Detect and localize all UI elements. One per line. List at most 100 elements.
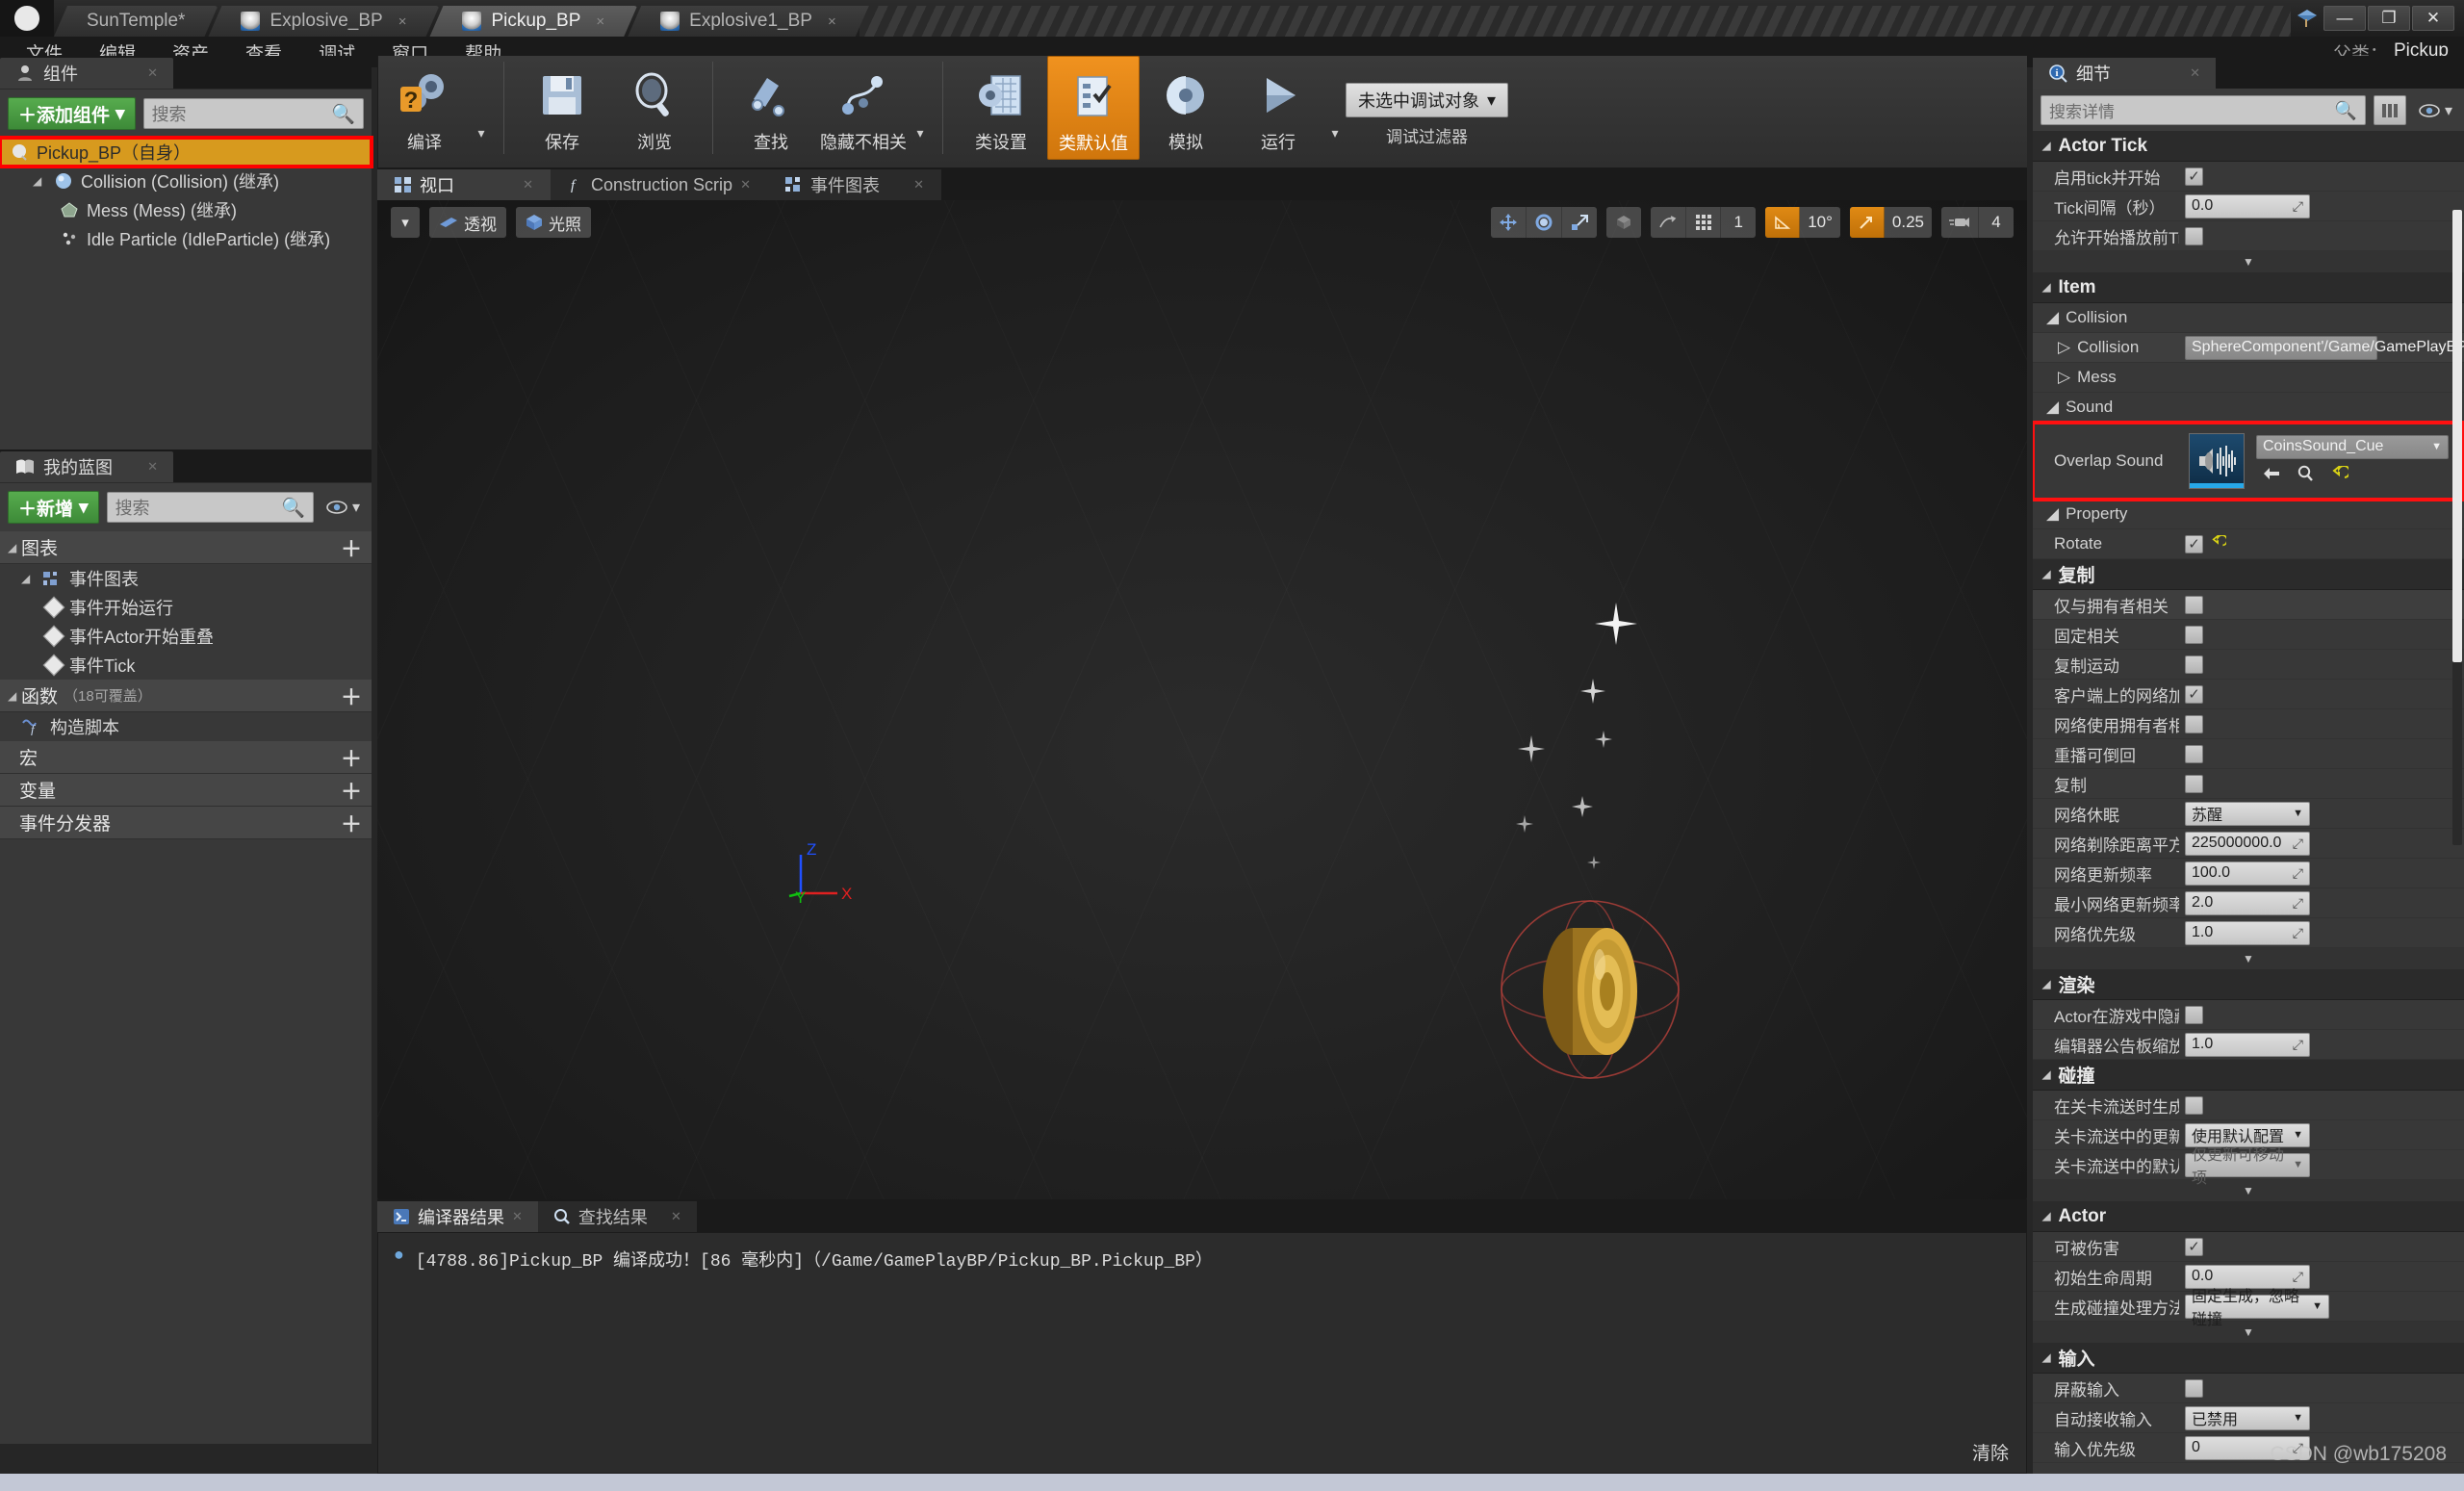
simulate-button[interactable]: 模拟	[1140, 56, 1232, 160]
expander-icon[interactable]: ▷	[2058, 368, 2070, 387]
component-item-collision[interactable]: ◢ Collision (Collision) (继承)	[0, 167, 372, 195]
input-net-priority[interactable]: 1.0 ⤢	[2185, 920, 2310, 945]
class-settings-button[interactable]: 类设置	[955, 56, 1047, 160]
close-icon[interactable]: ✕	[147, 459, 158, 475]
move-gizmo-icon[interactable]	[1491, 207, 1527, 238]
property-group-property[interactable]: ◢ Property	[2033, 500, 2464, 529]
graph-item-event-graph[interactable]: ◢ 事件图表	[0, 564, 372, 593]
checkbox[interactable]: ✓	[2185, 774, 2203, 793]
property-row-replay-rewindable[interactable]: 重播可倒回 ✓	[2033, 739, 2464, 769]
advanced-expander-collision[interactable]: ▼	[2033, 1180, 2464, 1201]
visibility-options-button[interactable]: ▾	[321, 498, 364, 517]
tab-my-blueprint[interactable]: 我的蓝图 ✕	[0, 451, 173, 482]
tab-construction-script[interactable]: f Construction Scrip ✕	[551, 169, 768, 200]
checkbox[interactable]: ✓	[2185, 655, 2203, 674]
close-icon[interactable]: ×	[398, 13, 407, 30]
compiler-results-body[interactable]: ● [4788.86]Pickup_BP 编译成功！[86 毫秒内]（/Game…	[377, 1232, 2027, 1474]
revert-icon[interactable]	[2331, 464, 2351, 486]
revert-icon[interactable]	[2211, 533, 2228, 553]
property-row-generate-overlap-during-level-streaming[interactable]: 在关卡流送时生成重叠 ✓	[2033, 1091, 2464, 1120]
category-rendering[interactable]: ◢ 渲染	[2033, 969, 2464, 1000]
dropdown-spawn-collision-handling-method[interactable]: 固定生成，忽略碰撞 ▼	[2185, 1289, 2329, 1328]
property-row-spawn-collision-handling-method[interactable]: 生成碰撞处理方法 固定生成，忽略碰撞 ▼	[2033, 1289, 2464, 1328]
scale-gizmo-icon[interactable]	[1562, 207, 1597, 238]
section-variables[interactable]: 变量 ＋	[0, 774, 372, 807]
tab-compiler-results[interactable]: 编译器结果 ✕	[377, 1201, 538, 1232]
input-net-update-frequency[interactable]: 100.0 ⤢	[2185, 861, 2310, 886]
minimize-icon[interactable]: —	[2323, 6, 2366, 31]
expander-icon[interactable]: ◢	[2042, 140, 2050, 152]
checkbox[interactable]: ✓	[2185, 714, 2203, 733]
expander-icon[interactable]: ◢	[8, 689, 21, 703]
expander-icon[interactable]: ◢	[2042, 1351, 2050, 1364]
field-collision-reference[interactable]: SphereComponent'/Game/GamePlayBP,	[2185, 335, 2464, 360]
viewport-3d[interactable]: ▾ 透视 光照 1 10° 0.25 4 Z X Y	[377, 200, 2027, 1199]
chevron-down-icon[interactable]: ▼	[2431, 441, 2442, 452]
expander-icon[interactable]: ▷	[2058, 338, 2070, 357]
close-icon[interactable]: ✕	[740, 177, 751, 193]
property-row-auto-receive-input[interactable]: 自动接收输入 已禁用 ▼	[2033, 1403, 2464, 1433]
titlebar-drag-area[interactable]	[859, 6, 2291, 37]
dropdown-net-dormancy[interactable]: 苏醒 ▼	[2185, 801, 2310, 826]
component-item-pickup-bp[interactable]: Pickup_BP（自身）	[0, 136, 373, 168]
property-group-collision[interactable]: ◢ Collision	[2033, 303, 2464, 333]
property-row-default-update-overlaps-on-level-streaming[interactable]: 关卡流送中的默认更新 仅更新可移动项 ▼	[2033, 1147, 2464, 1187]
title-tab-2[interactable]: Pickup_BP ×	[429, 6, 637, 37]
category-input[interactable]: ◢ 输入	[2033, 1343, 2464, 1374]
add-macro-button[interactable]: ＋	[341, 742, 362, 773]
dropdown-auto-receive-input[interactable]: 已禁用 ▼	[2185, 1405, 2310, 1430]
property-row-net-cull-distance-squared[interactable]: 网络剃除距离平方 225000000.0 ⤢	[2033, 829, 2464, 859]
drag-handle-icon[interactable]: ⤢	[2293, 895, 2303, 912]
hide-unrelated-chevron-icon[interactable]: ▾	[910, 125, 931, 141]
property-row-overlap-sound[interactable]: Overlap Sound CoinsSound_Cue ▼	[2033, 421, 2464, 501]
hide-unrelated-button[interactable]: 隐藏不相关	[817, 56, 910, 160]
expander-icon[interactable]: ◢	[2042, 1068, 2050, 1081]
lighting-mode-button[interactable]: 光照	[516, 207, 591, 238]
level-editor-icon[interactable]	[2291, 0, 2323, 37]
viewport-options-chevron-icon[interactable]: ▾	[391, 207, 420, 238]
details-visibility-button[interactable]: ▾	[2414, 101, 2456, 120]
close-icon[interactable]: ✕	[523, 177, 533, 193]
expander-icon[interactable]: ◢	[2042, 1210, 2050, 1222]
input-editor-billboard-scale[interactable]: 1.0 ⤢	[2185, 1032, 2310, 1057]
surface-snap-icon[interactable]	[1651, 207, 1687, 238]
compile-options-chevron-icon[interactable]: ▾	[471, 125, 492, 141]
expander-icon[interactable]: ◢	[33, 174, 46, 188]
find-button[interactable]: 查找	[725, 56, 817, 160]
input-net-cull-distance-squared[interactable]: 225000000.0 ⤢	[2185, 831, 2310, 856]
expander-icon[interactable]: ◢	[21, 572, 35, 585]
compile-button[interactable]: ? 编译	[378, 56, 471, 160]
debug-object-dropdown[interactable]: 未选中调试对象 ▾	[1346, 83, 1509, 117]
property-row-block-input[interactable]: 屏蔽输入 ✓	[2033, 1374, 2464, 1403]
close-icon[interactable]: ✕	[671, 1209, 681, 1224]
tab-event-graph[interactable]: 事件图表 ✕	[767, 169, 941, 200]
checkbox[interactable]: ✓	[2185, 744, 2203, 763]
property-row-can-be-damaged[interactable]: 可被伤害 ✓	[2033, 1232, 2464, 1262]
add-event-dispatcher-button[interactable]: ＋	[341, 808, 362, 838]
world-space-icon[interactable]	[1606, 207, 1641, 238]
property-row-tick-before-begin-play[interactable]: 允许开始播放前Tick ✓	[2033, 221, 2464, 251]
rotation-snap-value[interactable]: 10°	[1800, 207, 1840, 238]
camera-speed-value[interactable]: 4	[1979, 207, 2014, 238]
tab-find-results[interactable]: 查找结果 ✕	[537, 1201, 697, 1232]
checkbox-rotate[interactable]: ✓	[2185, 534, 2203, 553]
section-functions[interactable]: ◢ 函数 （18可覆盖） ＋	[0, 680, 372, 712]
checkbox-start-with-tick-enabled[interactable]: ✓	[2185, 167, 2203, 186]
tab-details[interactable]: i 细节 ✕	[2033, 58, 2216, 89]
components-search-input[interactable]: 搜索 🔍	[142, 98, 364, 129]
checkbox[interactable]: ✓	[2185, 1237, 2203, 1256]
advanced-expander-actor-tick[interactable]: ▼	[2033, 251, 2464, 272]
drag-handle-icon[interactable]: ⤢	[2293, 925, 2303, 941]
checkbox-tick-before-begin-play[interactable]: ✓	[2185, 226, 2203, 245]
expander-icon[interactable]: ◢	[2042, 568, 2050, 580]
expander-icon[interactable]: ◢	[2046, 504, 2059, 524]
section-graphs[interactable]: ◢ 图表 ＋	[0, 531, 372, 564]
details-display-options-button[interactable]	[2373, 95, 2406, 125]
rotate-gizmo-icon[interactable]	[1527, 207, 1563, 238]
add-graph-button[interactable]: ＋	[341, 532, 362, 563]
save-button[interactable]: 保存	[516, 56, 608, 160]
graph-item-actor-begin-overlap[interactable]: 事件Actor开始重叠	[0, 622, 372, 651]
category-replication[interactable]: ◢ 复制	[2033, 559, 2464, 590]
property-row-rotate[interactable]: Rotate ✓	[2033, 529, 2464, 559]
expander-icon[interactable]: ◢	[2046, 398, 2059, 417]
